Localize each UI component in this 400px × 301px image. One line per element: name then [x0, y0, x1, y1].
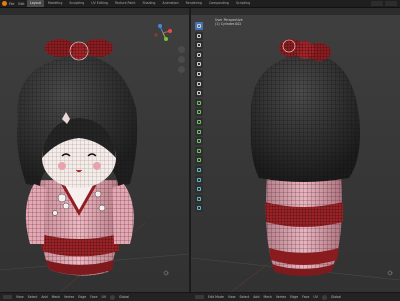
navigation-gizmo-icon[interactable] — [152, 22, 174, 44]
global-dropdown[interactable]: Global — [119, 295, 129, 299]
menu-vertex[interactable]: Vertex — [276, 295, 286, 299]
main-menu: File Edit — [9, 0, 25, 7]
3d-cursor-icon — [387, 270, 393, 276]
tab-uv-editing[interactable]: UV Editing — [88, 0, 111, 7]
tab-scripting[interactable]: Scripting — [233, 0, 253, 7]
workspace-tabs: Layout Modeling Sculpting UV Editing Tex… — [27, 0, 253, 7]
menu-select[interactable]: Select — [239, 295, 249, 299]
transform-orientation-icon[interactable] — [110, 294, 116, 300]
tab-sculpting[interactable]: Sculpting — [66, 0, 87, 7]
transform-orientation-icon[interactable] — [321, 294, 327, 300]
menu-mesh[interactable]: Mesh — [52, 295, 60, 299]
blender-logo-icon[interactable] — [2, 1, 7, 6]
menu-face[interactable]: Face — [90, 295, 97, 299]
scene-selectors — [371, 1, 397, 6]
3d-cursor-icon — [163, 270, 169, 276]
doll-back-view[interactable] — [191, 8, 400, 292]
menu-add[interactable]: Add — [41, 295, 47, 299]
menu-uv[interactable]: UV — [313, 295, 318, 299]
editor-type-dropdown[interactable] — [3, 294, 12, 300]
menu-add[interactable]: Add — [253, 295, 259, 299]
view-layer-selector[interactable] — [385, 1, 397, 6]
global-dropdown[interactable]: Global — [331, 295, 341, 299]
viewport-left[interactable] — [0, 8, 189, 292]
tab-shading[interactable]: Shading — [139, 0, 158, 7]
pan-hand-icon[interactable] — [178, 56, 185, 63]
camera-view-icon[interactable] — [178, 66, 185, 73]
tab-compositing[interactable]: Compositing — [206, 0, 232, 7]
doll-front-view[interactable] — [0, 8, 189, 292]
menu-view[interactable]: View — [16, 295, 24, 299]
scene-selector[interactable] — [371, 1, 383, 6]
mode-dropdown[interactable]: Edit Mode — [208, 295, 224, 299]
menu-uv[interactable]: UV — [102, 295, 107, 299]
tab-animation[interactable]: Animation — [159, 0, 181, 7]
menu-vertex[interactable]: Vertex — [64, 295, 74, 299]
tab-modeling[interactable]: Modeling — [45, 0, 66, 7]
editor-type-dropdown[interactable] — [195, 294, 204, 300]
tab-rendering[interactable]: Rendering — [183, 0, 205, 7]
menu-select[interactable]: Select — [28, 295, 38, 299]
top-bar: File Edit Layout Modeling Sculpting UV E… — [0, 0, 400, 8]
menu-face[interactable]: Face — [302, 295, 309, 299]
menu-mesh[interactable]: Mesh — [263, 295, 271, 299]
menu-view[interactable]: View — [228, 295, 236, 299]
menu-edge[interactable]: Edge — [78, 295, 86, 299]
zoom-icon[interactable] — [178, 46, 185, 53]
menu-edit[interactable]: Edit — [18, 2, 24, 6]
menu-edge[interactable]: Edge — [290, 295, 298, 299]
viewport-right[interactable]: User Perspective (1) Cylinder.002 — [191, 8, 400, 292]
menu-file[interactable]: File — [9, 2, 14, 6]
tab-layout[interactable]: Layout — [27, 0, 44, 7]
tab-texture-paint[interactable]: Texture Paint — [112, 0, 139, 7]
